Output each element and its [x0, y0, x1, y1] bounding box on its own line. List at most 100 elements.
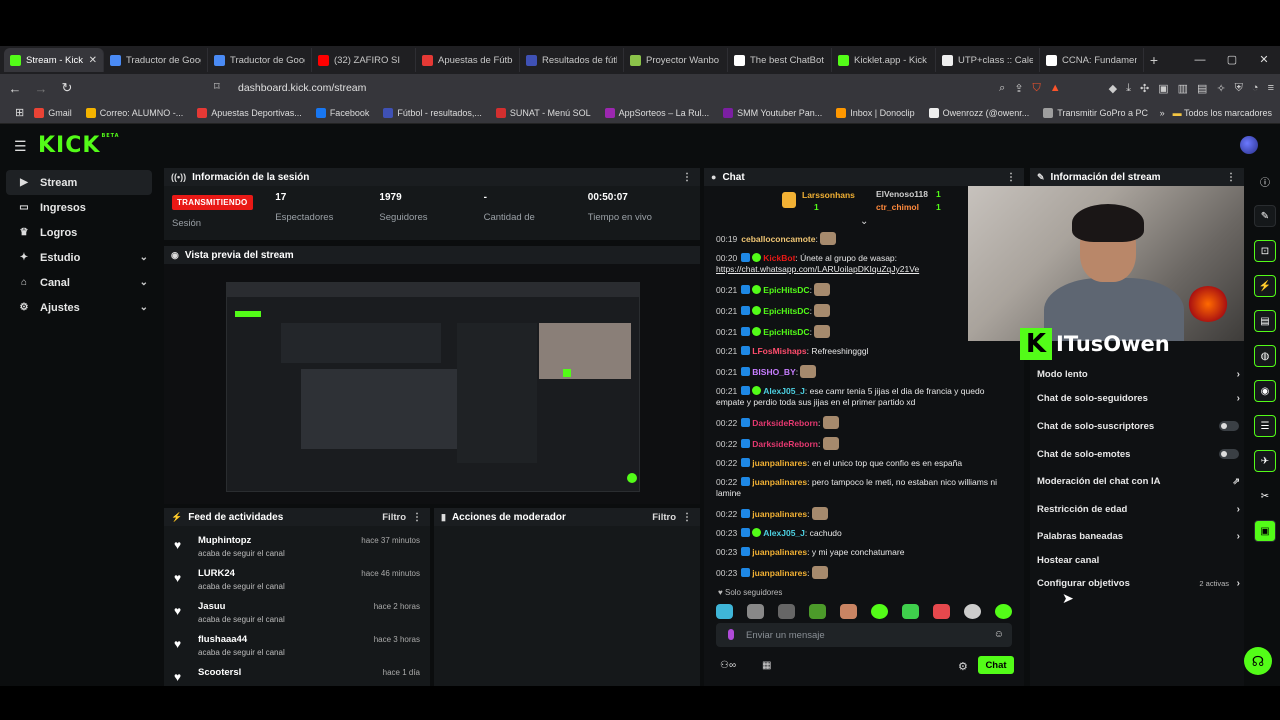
emote-3-icon[interactable]: [778, 604, 795, 619]
stream-setting-row[interactable]: Restricción de edad ›: [1037, 498, 1240, 520]
url-field[interactable]: dashboard.kick.com/stream: [238, 78, 990, 98]
bookmark-item[interactable]: AppSorteos – La Rul...: [598, 107, 717, 118]
chat-username[interactable]: juanpalinares: [752, 547, 807, 557]
browser-tab[interactable]: The best ChatBot: [728, 48, 832, 72]
browser-tab[interactable]: Resultados de fútb: [520, 48, 624, 72]
sidebar-item-canal[interactable]: ⌂ Canal ⌄: [6, 270, 152, 295]
chat-username[interactable]: AlexJ05_J: [763, 528, 805, 538]
browser-tab[interactable]: (32) ZAFIRO SI: [312, 48, 416, 72]
chat-username[interactable]: juanpalinares: [752, 477, 807, 487]
users-icon[interactable]: ⚇∞: [720, 660, 736, 671]
brave-rewards-icon[interactable]: ▲: [1050, 82, 1061, 94]
chat-username[interactable]: ceballoconcamote: [741, 234, 815, 244]
puzzle-icon[interactable]: ✣: [1140, 82, 1149, 95]
feed-menu-icon[interactable]: ⋮: [412, 512, 422, 523]
stream-preview-video[interactable]: [226, 282, 640, 492]
chat-username[interactable]: AlexJ05_J: [763, 386, 805, 396]
wrench-icon[interactable]: ✈: [1254, 450, 1276, 472]
chat-username[interactable]: BISHO_BY: [752, 367, 795, 377]
chat-username[interactable]: DarksideReborn: [752, 418, 818, 428]
browser-tab[interactable]: Kicklet.app - Kick: [832, 48, 936, 72]
chat-username[interactable]: LFosMishaps: [752, 346, 806, 356]
bookmark-item[interactable]: SUNAT - Menú SOL: [489, 107, 598, 118]
external-link-icon[interactable]: ⇗: [1232, 476, 1240, 487]
browser-tab[interactable]: Stream - Kick ✕: [4, 48, 104, 72]
stream-setting-row[interactable]: Modo lento ›: [1037, 363, 1240, 385]
profile-icon[interactable]: ◔: [1252, 82, 1259, 94]
session-menu-icon[interactable]: ⋮: [682, 172, 692, 183]
feed-user-name[interactable]: LURK24: [198, 568, 285, 579]
browser-tab[interactable]: Apuestas de Fútbo: [416, 48, 520, 72]
browser-tab[interactable]: CCNA: Fundamen: [1040, 48, 1144, 72]
forward-icon[interactable]: →: [34, 81, 48, 96]
sidebar-item-estudio[interactable]: ✦ Estudio ⌄: [6, 245, 152, 270]
chevron-down-icon[interactable]: ⌄: [140, 252, 148, 263]
chat-username[interactable]: juanpalinares: [752, 509, 807, 519]
chevron-right-icon[interactable]: ›: [1237, 504, 1240, 515]
sidebar-item-stream[interactable]: ▶ Stream: [6, 170, 152, 195]
stream-setting-row[interactable]: Moderación del chat con IA ⇗: [1037, 470, 1240, 492]
chat-send-button[interactable]: Chat: [978, 656, 1014, 674]
bookmark-item[interactable]: Inbox | Donoclip: [829, 107, 921, 118]
stream-setting-row[interactable]: Chat de solo-seguidores ›: [1037, 387, 1240, 409]
chevron-right-icon[interactable]: ›: [1237, 369, 1240, 380]
emote-6-icon[interactable]: [871, 604, 888, 619]
zoom-icon[interactable]: ⌕: [999, 82, 1005, 95]
chat-username[interactable]: EpicHitsDC: [763, 327, 809, 337]
sidebar-toggle-icon[interactable]: ▥: [1178, 82, 1188, 95]
bookmark-item[interactable]: Gmail: [27, 107, 79, 118]
chat-username[interactable]: EpicHitsDC: [763, 306, 809, 316]
download-icon[interactable]: ⤓: [1126, 82, 1131, 95]
bookmark-item[interactable]: SMM Youtuber Pan...: [716, 107, 829, 118]
close-window-icon[interactable]: ✕: [1248, 46, 1280, 74]
emote-9-icon[interactable]: [964, 604, 981, 619]
gifter-3-name[interactable]: ctr_chimol: [876, 202, 919, 212]
chat-username[interactable]: EpicHitsDC: [763, 285, 809, 295]
reload-icon[interactable]: ↻: [60, 80, 74, 96]
minimize-icon[interactable]: —: [1184, 46, 1216, 74]
share-icon[interactable]: ⇪: [1014, 82, 1023, 95]
chat-username[interactable]: juanpalinares: [752, 458, 807, 468]
info-icon[interactable]: ⓘ: [1254, 170, 1276, 192]
leo-icon[interactable]: ✧: [1216, 82, 1225, 95]
broadcast-tool-icon[interactable]: ◉: [1254, 380, 1276, 402]
menu-icon[interactable]: ≡: [1268, 82, 1274, 94]
apps-grid-icon[interactable]: ⊞: [8, 106, 27, 119]
browser-tab[interactable]: UTP+class :: Calen: [936, 48, 1040, 72]
new-tab-button[interactable]: +: [1144, 52, 1164, 68]
chevron-right-icon[interactable]: ›: [1237, 393, 1240, 404]
moderator-menu-icon[interactable]: ⋮: [682, 512, 692, 523]
close-tab-icon[interactable]: ✕: [89, 55, 97, 66]
browser-tab[interactable]: Proyector Wanbo: [624, 48, 728, 72]
bookmark-item[interactable]: Transmitir GoPro a PC: [1036, 107, 1155, 118]
chat-message-input[interactable]: Enviar un mensaje ☺: [716, 623, 1012, 647]
hamburger-menu-icon[interactable]: ☰: [14, 138, 27, 155]
moderator-filter-button[interactable]: Filtro: [652, 512, 676, 523]
stream-info-menu-icon[interactable]: ⋮: [1226, 172, 1236, 183]
kick-logo[interactable]: KICKBETA: [38, 133, 120, 158]
extension-icon[interactable]: ◆: [1109, 82, 1117, 95]
store-icon[interactable]: ▦: [762, 660, 771, 671]
toggle-switch[interactable]: [1219, 421, 1239, 431]
chevron-right-icon[interactable]: ›: [1237, 578, 1240, 589]
bookmark-item[interactable]: Fútbol - resultados,...: [376, 107, 489, 118]
bookmark-item[interactable]: Correo: ALUMNO -...: [79, 107, 191, 118]
wallet-icon[interactable]: ▤: [1197, 82, 1207, 95]
emote-4-icon[interactable]: [809, 604, 826, 619]
chevron-right-icon[interactable]: ›: [1237, 531, 1240, 542]
maximize-icon[interactable]: ▢: [1216, 46, 1248, 74]
mic-icon[interactable]: [728, 629, 734, 640]
chevron-down-icon[interactable]: ⌄: [140, 302, 148, 313]
emoji-icon[interactable]: ☺: [994, 629, 1004, 640]
lightning-icon[interactable]: ⚡: [1254, 275, 1276, 297]
feed-filter-button[interactable]: Filtro: [382, 512, 406, 523]
feed-user-name[interactable]: flushaaa44: [198, 634, 285, 645]
document-icon[interactable]: ▤: [1254, 310, 1276, 332]
wrench-settings-icon[interactable]: ✂: [1254, 485, 1276, 507]
emote-10-icon[interactable]: [995, 604, 1012, 619]
feed-user-name[interactable]: Muphintopz: [198, 535, 285, 546]
bookmark-item[interactable]: Apuestas Deportivas...: [190, 107, 309, 118]
stack-icon[interactable]: ☰: [1254, 415, 1276, 437]
screenshot-icon[interactable]: ▣: [1158, 82, 1168, 95]
expand-chevron-icon[interactable]: ⌄: [860, 216, 868, 227]
